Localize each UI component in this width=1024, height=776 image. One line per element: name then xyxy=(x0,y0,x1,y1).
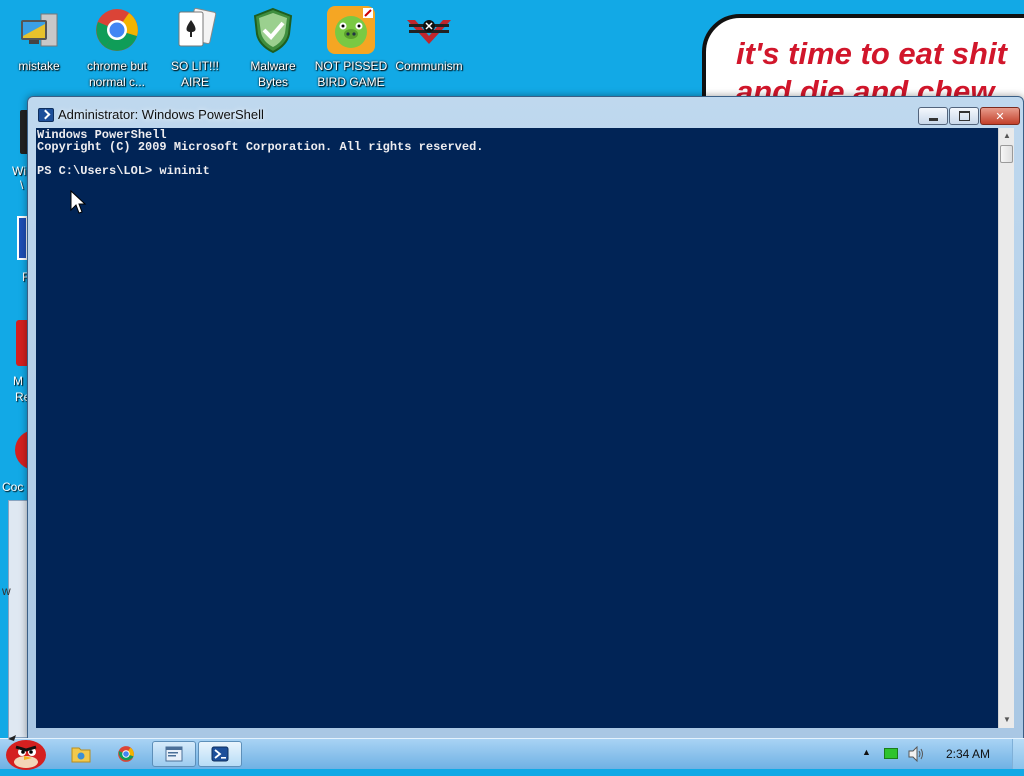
computer-icon xyxy=(15,6,63,54)
close-button[interactable]: ✕ xyxy=(980,107,1020,125)
green-pig-icon xyxy=(327,6,375,54)
desktop-icon-label: Malware xyxy=(250,59,296,73)
desktop-icon-label: M xyxy=(13,374,23,388)
taskbar-explorer[interactable] xyxy=(63,741,99,767)
console-prompt-line: PS C:\Users\LOL> wininit xyxy=(37,164,210,178)
start-button[interactable] xyxy=(2,731,50,771)
sign-text-line1: it's time to eat shit xyxy=(736,36,1007,71)
show-desktop-button[interactable] xyxy=(1012,739,1024,769)
window-titlebar[interactable]: Administrator: Windows PowerShell ✕ xyxy=(28,97,1023,131)
console-line: Copyright (C) 2009 Microsoft Corporation… xyxy=(37,140,484,154)
window-title: Administrator: Windows PowerShell xyxy=(58,107,264,122)
scroll-down-icon[interactable]: ▼ xyxy=(999,712,1015,728)
desktop-icon-malwarebytes[interactable]: Malware Bytes xyxy=(235,0,311,90)
vertical-scrollbar[interactable]: ▲ ▼ xyxy=(998,128,1014,728)
folder-icon xyxy=(71,747,91,763)
scrollbar-thumb[interactable] xyxy=(1000,145,1013,163)
chrome-icon xyxy=(93,6,141,54)
desktop-icon-label: normal c... xyxy=(88,75,145,89)
show-hidden-icons-button[interactable]: ▲ xyxy=(862,747,871,757)
desktop-icon-label: Wi xyxy=(12,164,26,178)
desktop-icon-label: Bytes xyxy=(257,75,288,89)
angry-bird-icon xyxy=(6,735,46,770)
desktop-icon-label: chrome but xyxy=(86,59,148,73)
desktop-icon-bad-piggies[interactable]: NOT PISSED BIRD GAME xyxy=(313,0,389,90)
minimize-icon xyxy=(928,117,938,121)
maximize-icon xyxy=(958,111,970,121)
taskbar-window-app[interactable] xyxy=(152,741,196,767)
chrome-icon xyxy=(118,746,134,762)
emblem-icon xyxy=(405,6,453,54)
clock[interactable]: 2:34 AM xyxy=(946,747,990,761)
desktop-icon-label: \ xyxy=(20,178,24,192)
network-icon[interactable] xyxy=(884,748,898,759)
desktop-icon-solitaire[interactable]: SO LIT!!! AIRE xyxy=(157,0,233,90)
console-output[interactable]: Windows PowerShell Copyright (C) 2009 Mi… xyxy=(36,128,998,728)
shield-check-icon xyxy=(249,6,297,54)
desktop-icon-label: AIRE xyxy=(180,75,209,89)
scroll-up-icon[interactable]: ▲ xyxy=(999,128,1015,144)
minimize-button[interactable] xyxy=(918,107,948,125)
maximize-button[interactable] xyxy=(949,107,979,125)
taskbar: ▲ 2:34 AM xyxy=(0,735,1024,770)
window-app-icon xyxy=(165,746,183,762)
taskbar-powershell[interactable] xyxy=(198,741,242,767)
desktop-icon-label: NOT PISSED xyxy=(314,59,388,73)
playing-cards-icon xyxy=(171,6,219,54)
desktop-icon-label: mistake xyxy=(18,59,60,73)
desktop-icon-label: SO LIT!!! xyxy=(170,59,219,73)
desktop-icon-label: Coc xyxy=(2,480,24,494)
desktop-icon-label: BIRD GAME xyxy=(317,75,385,89)
desktop-icon-mistake[interactable]: mistake xyxy=(1,0,77,74)
close-icon: ✕ xyxy=(995,110,1005,123)
powershell-icon xyxy=(38,108,54,122)
window-label: w xyxy=(2,584,11,598)
powershell-window[interactable]: Administrator: Windows PowerShell ✕ Wind… xyxy=(27,96,1024,739)
taskbar-chrome[interactable] xyxy=(108,741,144,767)
desktop-icon-label: Communism xyxy=(395,59,463,73)
powershell-icon xyxy=(211,746,229,762)
mouse-cursor-icon xyxy=(70,189,88,216)
desktop-icon-chrome[interactable]: chrome but normal c... xyxy=(79,0,155,90)
volume-icon[interactable] xyxy=(907,745,925,767)
desktop-icon-communism[interactable]: Communism xyxy=(391,0,467,74)
